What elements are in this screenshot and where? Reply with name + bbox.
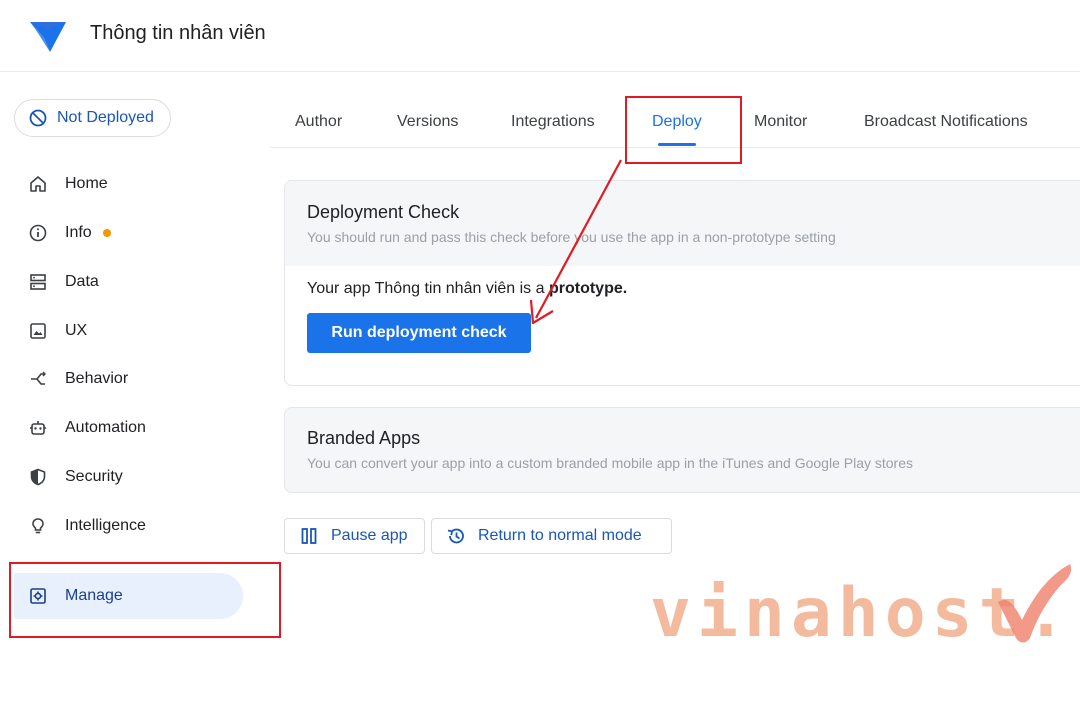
sidebar-item-label: Security (65, 468, 123, 485)
prototype-message-text: Your app Thông tin nhân viên is a (307, 280, 545, 297)
app-title: Thông tin nhân viên (90, 22, 266, 44)
history-icon (447, 528, 464, 544)
branded-apps-header: Branded Apps You can convert your app in… (285, 408, 1080, 492)
ux-icon (28, 321, 48, 341)
not-deployed-icon (29, 109, 47, 127)
deployment-status-chip[interactable]: Not Deployed (14, 99, 171, 137)
sidebar-item-manage[interactable]: Manage (14, 573, 243, 619)
sidebar-item-label: Automation (65, 419, 146, 436)
robot-icon (28, 418, 48, 438)
tab-broadcast-notifications[interactable]: Broadcast Notifications (864, 96, 1028, 148)
branded-apps-title: Branded Apps (307, 428, 421, 448)
sidebar-item-label: Home (65, 175, 108, 192)
info-icon (28, 223, 48, 243)
deployment-check-subtitle: You should run and pass this check befor… (307, 229, 836, 245)
sidebar-item-data[interactable]: Data (0, 259, 260, 305)
branded-apps-subtitle: You can convert your app into a custom b… (307, 455, 914, 471)
tab-author[interactable]: Author (295, 96, 342, 148)
sidebar-item-ux[interactable]: UX (0, 308, 260, 354)
behavior-icon (28, 369, 48, 389)
pause-app-label: Pause app (331, 527, 408, 544)
deployment-check-title: Deployment Check (307, 202, 460, 222)
tab-versions[interactable]: Versions (397, 96, 458, 148)
sidebar-item-label: UX (65, 322, 88, 339)
appsheet-logo-icon[interactable] (28, 18, 68, 54)
pause-app-button[interactable]: Pause app (284, 518, 425, 554)
run-deployment-check-button[interactable]: Run deployment check (307, 313, 531, 353)
home-icon (28, 174, 48, 194)
tab-monitor[interactable]: Monitor (754, 96, 807, 148)
top-bar: Thông tin nhân viên (0, 0, 1080, 72)
return-to-normal-mode-button[interactable]: Return to normal mode (431, 518, 672, 554)
shield-icon (28, 467, 48, 487)
deployment-status-label: Not Deployed (57, 109, 154, 126)
tab-integrations[interactable]: Integrations (511, 96, 595, 148)
prototype-message: Your app Thông tin nhân viên is a protot… (307, 280, 1071, 298)
gear-icon (28, 586, 48, 606)
sidebar-item-behavior[interactable]: Behavior (0, 356, 260, 402)
return-to-normal-mode-label: Return to normal mode (478, 527, 642, 544)
sidebar-item-label: Manage (65, 587, 123, 604)
editor-tabs: Author Versions Integrations Deploy Moni… (270, 96, 1080, 148)
sidebar-item-label: Info (65, 224, 92, 241)
info-attention-dot (103, 229, 111, 237)
deployment-check-body: Your app Thông tin nhân viên is a protot… (285, 266, 1080, 298)
deployment-check-header: Deployment Check You should run and pass… (285, 181, 1080, 266)
lightbulb-icon (28, 516, 48, 536)
sidebar-item-home[interactable]: Home (0, 161, 260, 207)
prototype-status-text: prototype. (548, 280, 628, 297)
branded-apps-card[interactable]: Branded Apps You can convert your app in… (284, 407, 1080, 493)
pause-icon (301, 528, 317, 544)
sidebar-item-label: Behavior (65, 370, 129, 387)
data-icon (28, 272, 48, 292)
sidebar-item-label: Intelligence (65, 517, 146, 534)
deployment-check-card: Deployment Check You should run and pass… (284, 180, 1080, 386)
checkmark-icon (998, 564, 1072, 643)
vinahost-watermark: vinahost. (650, 560, 1080, 660)
sidebar-item-automation[interactable]: Automation (0, 405, 260, 451)
tab-deploy[interactable]: Deploy (652, 96, 702, 148)
sidebar-item-label: Data (65, 273, 99, 290)
sidebar-item-intelligence[interactable]: Intelligence (0, 503, 260, 549)
sidebar-item-security[interactable]: Security (0, 454, 260, 500)
sidebar-item-info[interactable]: Info (0, 210, 260, 256)
